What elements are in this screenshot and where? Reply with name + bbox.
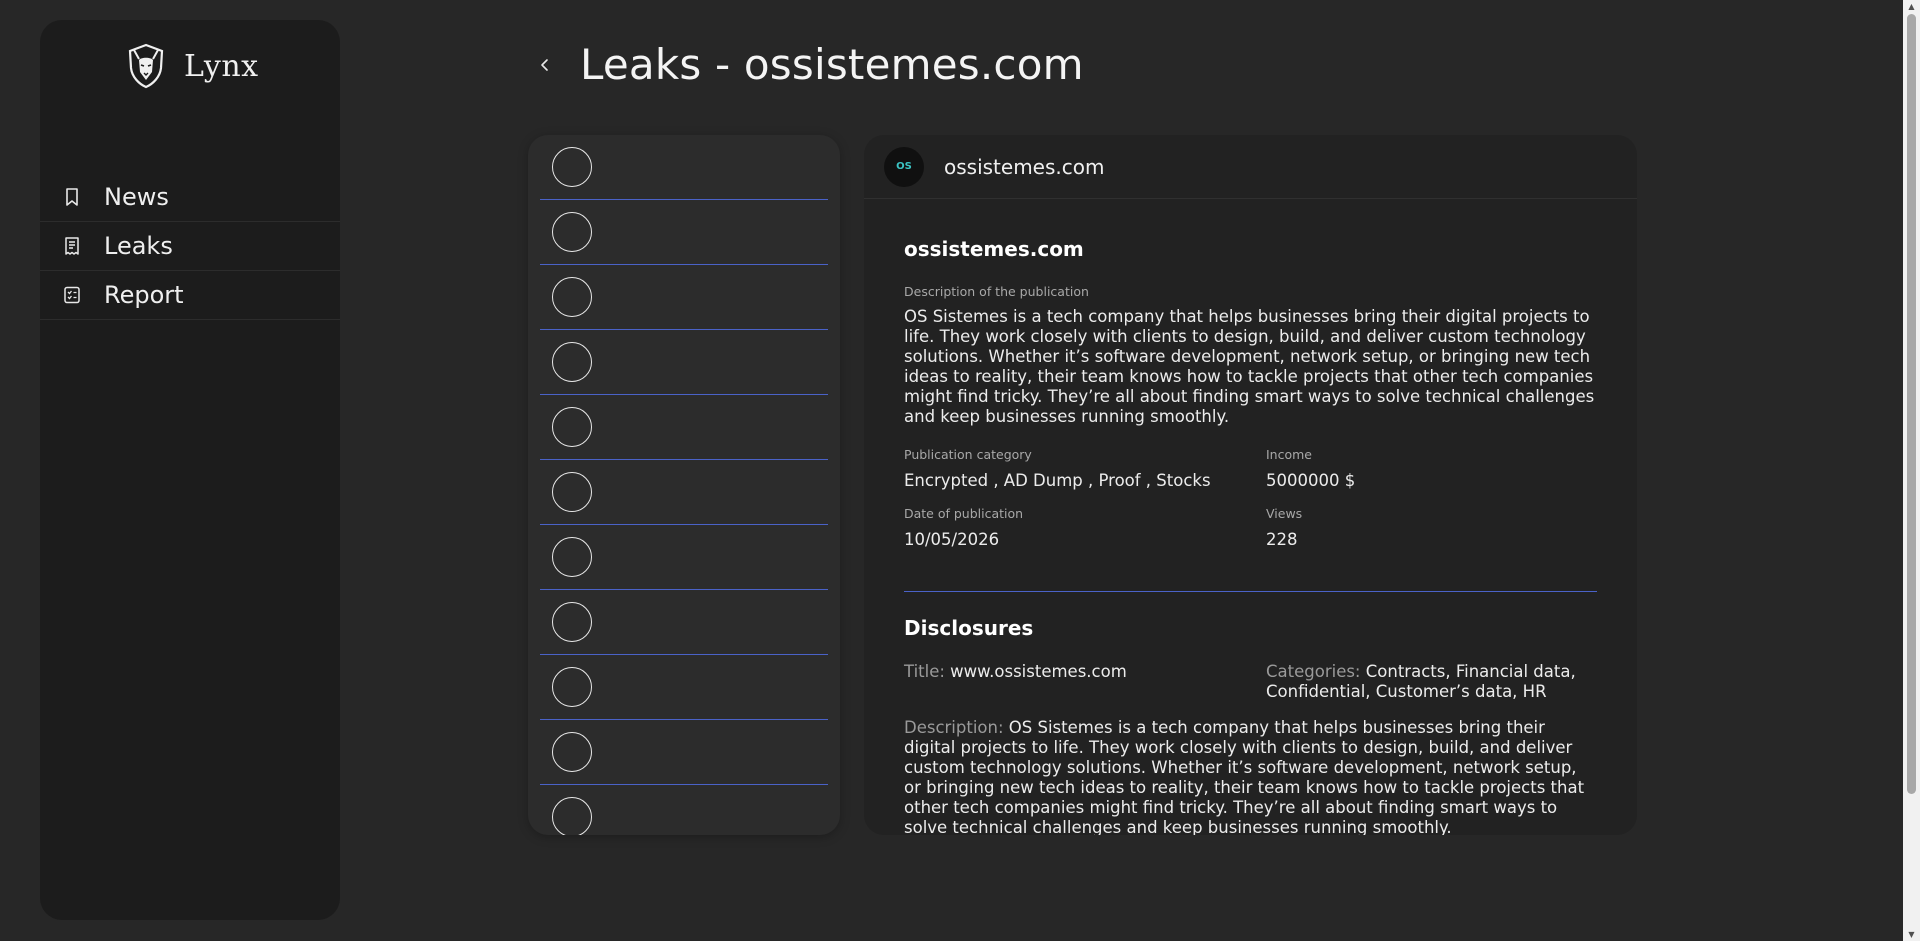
list-item[interactable] <box>540 460 828 525</box>
category-field: Publication category Encrypted , AD Dump… <box>904 447 1266 492</box>
income-field: Income 5000000 $ <box>1266 447 1597 492</box>
views-label: Views <box>1266 506 1303 521</box>
scrollbar-thumb[interactable] <box>1907 14 1916 794</box>
app-name: Lynx <box>184 48 259 84</box>
list-item-avatar <box>552 797 592 835</box>
sidebar-nav: News Leaks Report <box>40 173 340 320</box>
publication-meta: Publication category Encrypted , AD Dump… <box>904 447 1597 551</box>
page-title: Leaks - ossistemes.com <box>580 40 1084 89</box>
list-item[interactable] <box>540 590 828 655</box>
list-item-avatar <box>552 212 592 252</box>
views-field: Views 228 <box>1266 506 1597 551</box>
list-item[interactable] <box>540 525 828 590</box>
disclosure-title: Title: www.ossistemes.com <box>904 662 1266 702</box>
leaks-list-inner <box>528 135 840 835</box>
disclosure-meta: Title: www.ossistemes.com Categories: Co… <box>904 662 1597 702</box>
disclosure-description-key: Description: <box>904 718 1009 737</box>
list-item[interactable] <box>540 655 828 720</box>
lynx-logo-icon <box>128 43 164 89</box>
list-item[interactable] <box>540 785 828 835</box>
detail-header-name: ossistemes.com <box>944 154 1105 179</box>
list-item[interactable] <box>540 135 828 200</box>
sidebar-item-label: Report <box>104 281 184 309</box>
disclosures-title: Disclosures <box>904 616 1034 640</box>
date-field: Date of publication 10/05/2026 <box>904 506 1266 551</box>
leaks-list[interactable] <box>528 135 840 835</box>
list-item[interactable] <box>540 720 828 785</box>
list-item[interactable] <box>540 395 828 460</box>
receipt-icon <box>65 237 79 255</box>
list-item-avatar <box>552 407 592 447</box>
list-item-avatar <box>552 602 592 642</box>
sidebar-item-leaks[interactable]: Leaks <box>40 222 340 271</box>
description-text: OS Sistemes is a tech company that helps… <box>904 307 1595 426</box>
list-item-avatar <box>552 147 592 187</box>
bookmark-icon <box>66 188 78 206</box>
disclosure-title-key: Title: <box>904 662 951 681</box>
app-logo[interactable]: Lynx <box>122 42 259 90</box>
disclosure-description: Description: OS Sistemes is a tech compa… <box>904 718 1597 835</box>
income-value: 5000000 $ <box>1266 471 1356 490</box>
scroll-down-icon[interactable]: ▼ <box>1907 930 1916 939</box>
list-item-avatar <box>552 732 592 772</box>
description-block: Description of the publication OS Sistem… <box>904 284 1597 427</box>
disclosure-categories: Categories: Contracts, Financial data, C… <box>1266 662 1597 702</box>
leak-detail-panel: OS ossistemes.com ossistemes.com Descrip… <box>864 135 1637 835</box>
scroll-up-icon[interactable]: ▲ <box>1907 2 1916 11</box>
disclosure-title-value: www.ossistemes.com <box>950 662 1127 681</box>
sidebar-item-label: Leaks <box>104 232 173 260</box>
section-divider <box>904 591 1597 592</box>
company-logo: OS <box>884 146 924 187</box>
list-item-avatar <box>552 472 592 512</box>
list-item[interactable] <box>540 265 828 330</box>
sidebar-item-label: News <box>104 183 169 211</box>
sidebar-item-report[interactable]: Report <box>40 271 340 320</box>
date-label: Date of publication <box>904 506 1024 521</box>
category-value: Encrypted , AD Dump , Proof , Stocks <box>904 471 1211 490</box>
chevron-left-icon <box>541 59 548 71</box>
date-value: 10/05/2026 <box>904 530 1000 549</box>
category-label: Publication category <box>904 447 1032 462</box>
list-item[interactable] <box>540 330 828 395</box>
list-item[interactable] <box>540 200 828 265</box>
description-label: Description of the publication <box>904 284 1089 299</box>
list-item-avatar <box>552 342 592 382</box>
list-item-avatar <box>552 277 592 317</box>
views-value: 228 <box>1266 530 1298 549</box>
company-logo-text: OS <box>896 161 912 172</box>
sidebar: Lynx News Leaks Report <box>40 20 340 920</box>
checklist-icon <box>64 286 80 304</box>
detail-name: ossistemes.com <box>904 237 1084 261</box>
sidebar-item-news[interactable]: News <box>40 173 340 222</box>
back-button[interactable] <box>530 50 560 80</box>
list-item-avatar <box>552 667 592 707</box>
detail-header: OS ossistemes.com <box>864 135 1637 199</box>
page-scrollbar[interactable]: ▲ ▼ <box>1903 0 1920 941</box>
disclosure-categories-key: Categories: <box>1266 662 1366 681</box>
detail-body: ossistemes.com Description of the public… <box>864 199 1637 835</box>
income-label: Income <box>1266 447 1312 462</box>
list-item-avatar <box>552 537 592 577</box>
